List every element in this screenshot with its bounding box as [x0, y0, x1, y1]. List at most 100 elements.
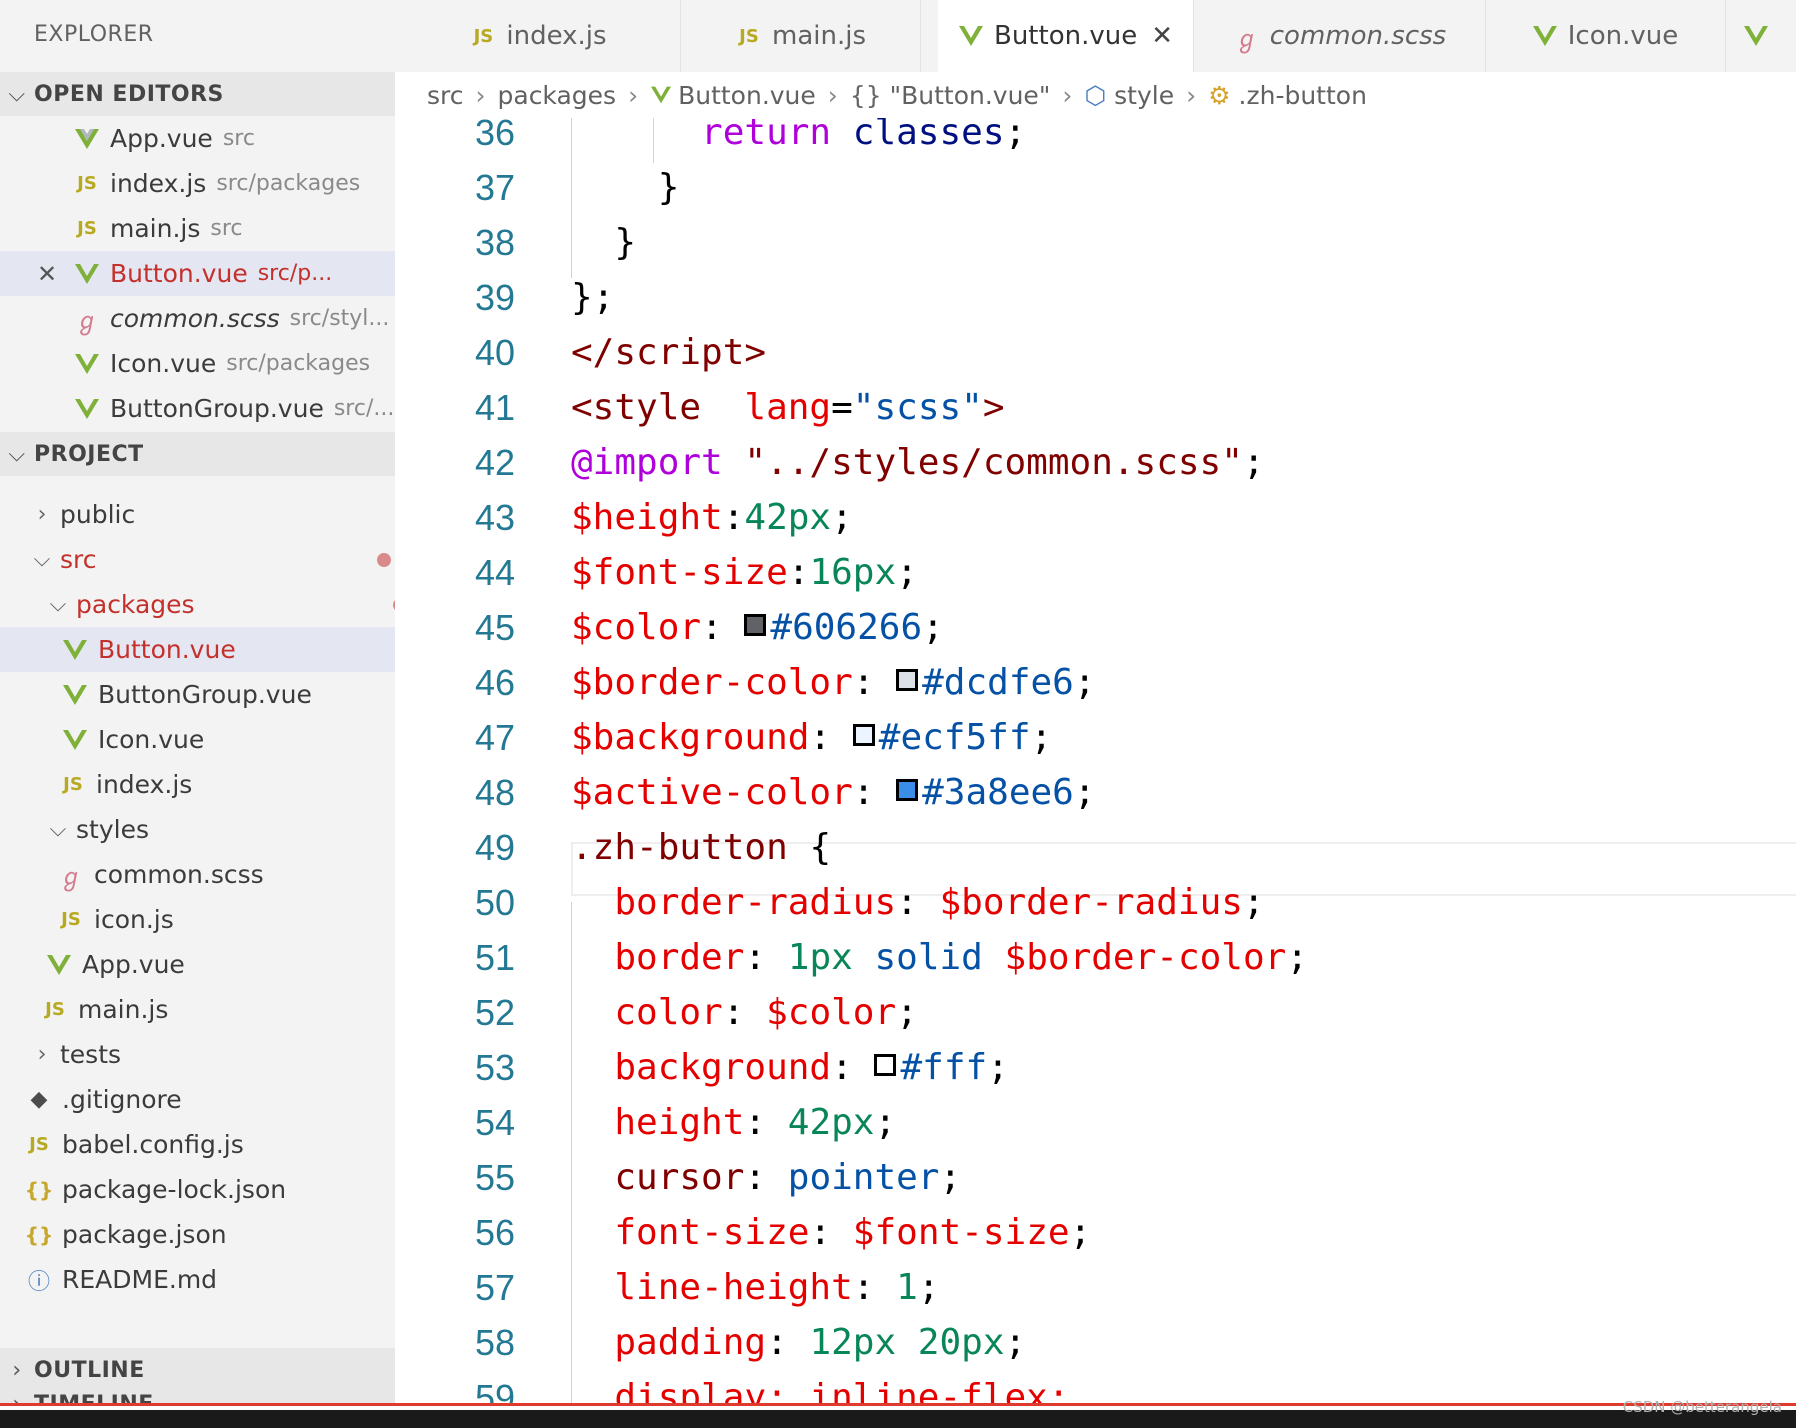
- code-token: #606266: [770, 607, 923, 648]
- color-swatch[interactable]: [874, 1054, 897, 1076]
- tree-file[interactable]: ⓘ README.md: [0, 1257, 395, 1302]
- tree-file[interactable]: JS index.js: [0, 762, 395, 807]
- breadcrumb-item[interactable]: "Button.vue": [890, 81, 1051, 110]
- line-number: 55: [474, 1157, 515, 1198]
- tree-file[interactable]: JS icon.js: [0, 897, 395, 942]
- js-icon: JS: [77, 218, 97, 239]
- code-token: $height: [571, 497, 723, 538]
- chevron-down-icon: ⌵: [33, 547, 51, 572]
- vue-icon: [958, 26, 983, 46]
- cube-icon: ⬡: [1084, 80, 1107, 110]
- line-number: 45: [474, 607, 515, 648]
- open-editor-item[interactable]: ButtonGroup.vue src/...: [0, 386, 395, 431]
- file-name: main.js: [78, 995, 169, 1024]
- line-number: 37: [474, 167, 515, 208]
- breadcrumb-item[interactable]: .zh-button: [1239, 81, 1367, 110]
- code-token: height: [614, 1102, 745, 1143]
- tree-file[interactable]: {} package-lock.json: [0, 1167, 395, 1212]
- code-token: $border-color: [1004, 937, 1287, 978]
- chevron-right-icon: ›: [12, 1357, 22, 1383]
- line-number: 53: [474, 1047, 515, 1088]
- code-token: display: inline-flex;: [614, 1377, 1070, 1405]
- file-path: src: [222, 126, 255, 151]
- open-editor-item[interactable]: JS main.js src: [0, 206, 395, 251]
- open-editor-item[interactable]: Icon.vue src/packages: [0, 341, 395, 386]
- tab-overflow[interactable]: [1725, 0, 1796, 72]
- code-token: @import: [571, 442, 723, 483]
- file-name: README.md: [62, 1265, 218, 1294]
- open-editor-item-active[interactable]: ✕ Button.vue src/p... 1: [0, 251, 395, 296]
- close-icon[interactable]: ✕: [37, 260, 57, 288]
- code-editor[interactable]: 36 37 38 39 40 41 42 43 44 45 46 47 48 4…: [395, 118, 1796, 1405]
- tree-file[interactable]: ◆ .gitignore: [0, 1077, 395, 1122]
- tree-folder[interactable]: ⌵ packages: [0, 582, 395, 627]
- tab-label: main.js: [772, 21, 866, 51]
- tab-button-vue[interactable]: Button.vue ✕: [938, 0, 1194, 72]
- vue-icon: [47, 954, 71, 975]
- js-icon: JS: [473, 25, 494, 47]
- chevron-right-icon: ›: [37, 1042, 47, 1067]
- tree-file[interactable]: ℊ common.scss: [0, 852, 395, 897]
- folder-name: tests: [60, 1040, 122, 1069]
- line-number: 44: [474, 552, 515, 593]
- line-number: 48: [474, 772, 515, 813]
- tab-index-js[interactable]: JS index.js: [395, 0, 681, 72]
- color-swatch[interactable]: [852, 724, 875, 746]
- code-line: }: [657, 167, 680, 208]
- tree-file[interactable]: ButtonGroup.vue: [0, 672, 395, 717]
- code-token: $color: [766, 992, 897, 1033]
- code-token: pointer: [787, 1157, 940, 1198]
- tree-folder[interactable]: ⌵ styles: [0, 807, 395, 852]
- tree-folder[interactable]: ⌵ src: [0, 537, 395, 582]
- code-token: $border-color: [571, 662, 853, 703]
- js-icon: JS: [739, 25, 759, 47]
- vue-icon: [75, 263, 99, 284]
- tree-file[interactable]: App.vue: [0, 942, 395, 987]
- breadcrumb-item[interactable]: style: [1114, 81, 1174, 110]
- code-token: padding: [614, 1322, 767, 1363]
- breadcrumb-item[interactable]: packages: [498, 81, 617, 110]
- code-token: 16px: [809, 552, 897, 593]
- chevron-down-icon: ⌵: [8, 81, 26, 107]
- code-token: $font-size: [571, 552, 788, 593]
- breadcrumb-item[interactable]: Button.vue: [678, 81, 816, 110]
- open-editors-header[interactable]: ⌵ OPEN EDITORS: [0, 72, 395, 116]
- code-line: line-height: 1;: [614, 1267, 940, 1308]
- tree-file[interactable]: JS main.js: [0, 987, 395, 1032]
- color-swatch[interactable]: [896, 779, 919, 801]
- close-icon[interactable]: ✕: [1151, 21, 1173, 51]
- code-line: $border-color: #dcdfe6;: [571, 662, 1096, 703]
- info-icon: ⓘ: [27, 1269, 50, 1295]
- chevron-right-icon: ›: [827, 80, 838, 110]
- color-swatch[interactable]: [896, 669, 919, 691]
- folder-name: packages: [76, 590, 195, 619]
- breadcrumb-item[interactable]: src: [427, 81, 464, 110]
- code-token: #3a8ee6: [922, 772, 1074, 813]
- tree-folder[interactable]: › public: [0, 492, 395, 537]
- file-name: babel.config.js: [62, 1130, 244, 1159]
- open-editor-item[interactable]: JS index.js src/packages: [0, 161, 395, 206]
- file-name: index.js: [96, 770, 193, 799]
- tab-label: Icon.vue: [1567, 21, 1679, 51]
- vue-icon: [1743, 26, 1768, 46]
- tree-file[interactable]: {} package.json: [0, 1212, 395, 1257]
- folder-name: public: [60, 500, 136, 529]
- color-swatch[interactable]: [744, 614, 767, 636]
- tree-folder[interactable]: › tests: [0, 1032, 395, 1077]
- outline-header[interactable]: › OUTLINE: [0, 1348, 395, 1392]
- tab-common-scss[interactable]: ℊ common.scss: [1193, 0, 1486, 72]
- file-name: icon.js: [94, 905, 174, 934]
- project-header[interactable]: ⌵ PROJECT: [0, 432, 395, 476]
- code-token: 42px: [744, 497, 832, 538]
- code-token: 42px: [787, 1102, 875, 1143]
- file-name: common.scss: [110, 304, 280, 333]
- tree-file-active[interactable]: Button.vue 1: [0, 627, 395, 672]
- tab-icon-vue[interactable]: Icon.vue: [1485, 0, 1726, 72]
- open-editor-item[interactable]: App.vue src: [0, 116, 395, 161]
- tree-file[interactable]: Icon.vue: [0, 717, 395, 762]
- tree-file[interactable]: JS babel.config.js: [0, 1122, 395, 1167]
- vue-icon: [75, 353, 99, 374]
- open-editor-item[interactable]: ℊ common.scss src/styl...: [0, 296, 395, 341]
- tab-main-js[interactable]: JS main.js: [680, 0, 921, 72]
- file-path: src/...: [333, 396, 395, 421]
